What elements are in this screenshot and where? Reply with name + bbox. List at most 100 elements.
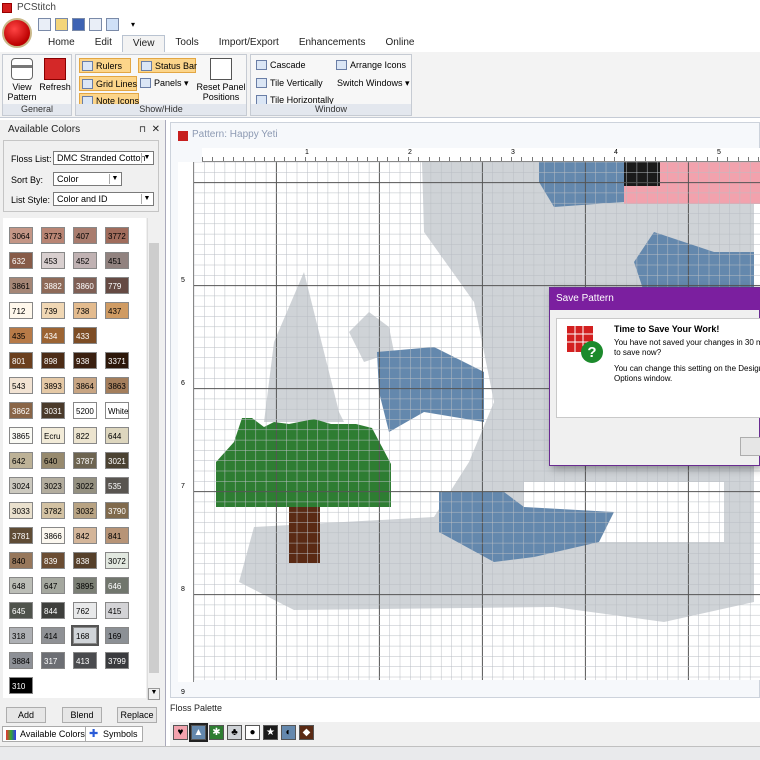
color-swatch[interactable]: 3033 bbox=[9, 502, 33, 519]
color-swatch[interactable]: Ecru bbox=[41, 427, 65, 444]
color-swatch[interactable]: 738 bbox=[73, 302, 97, 319]
color-swatch[interactable]: 842 bbox=[73, 527, 97, 544]
dialog-ok-button[interactable] bbox=[740, 437, 760, 456]
dot-icon[interactable]: ● bbox=[245, 725, 260, 740]
customize-toolbar-icon[interactable]: ▾ bbox=[131, 20, 135, 29]
color-swatch[interactable]: 644 bbox=[105, 427, 129, 444]
star-icon[interactable]: ★ bbox=[263, 725, 278, 740]
color-swatch[interactable]: 938 bbox=[73, 352, 97, 369]
heart-icon[interactable]: ♥ bbox=[173, 725, 188, 740]
color-swatch[interactable]: 3072 bbox=[105, 552, 129, 569]
scrollbar-thumb[interactable] bbox=[149, 243, 159, 673]
print-icon[interactable] bbox=[89, 18, 102, 31]
color-swatch[interactable]: 839 bbox=[41, 552, 65, 569]
close-icon[interactable]: ✕ bbox=[152, 124, 160, 135]
color-swatch[interactable]: 3862 bbox=[9, 402, 33, 419]
color-swatch[interactable]: 3032 bbox=[73, 502, 97, 519]
color-swatch[interactable]: 3022 bbox=[73, 477, 97, 494]
undo-icon[interactable] bbox=[106, 18, 119, 31]
tab-online[interactable]: Online bbox=[376, 35, 425, 52]
application-menu-button[interactable] bbox=[2, 18, 32, 48]
color-swatch[interactable]: 3781 bbox=[9, 527, 33, 544]
sort-by-select[interactable]: Color ▼ bbox=[53, 172, 122, 186]
color-swatch-list[interactable]: 3064 3773 407 3772 632 453 452 451 3861 3882 3860 7… bbox=[3, 218, 146, 698]
color-swatch[interactable]: 3787 bbox=[73, 452, 97, 469]
tab-home[interactable]: Home bbox=[38, 35, 85, 52]
color-swatch[interactable]: 645 bbox=[9, 602, 33, 619]
refresh-button[interactable]: Refresh bbox=[38, 58, 72, 92]
list-style-select[interactable]: Color and ID ▼ bbox=[53, 192, 154, 206]
color-swatch[interactable]: 3882 bbox=[41, 277, 65, 294]
color-swatch[interactable]: 3790 bbox=[105, 502, 129, 519]
floss-list-select[interactable]: DMC Stranded Cotton ▼ bbox=[53, 151, 154, 165]
color-swatch[interactable]: 822 bbox=[73, 427, 97, 444]
tab-edit[interactable]: Edit bbox=[85, 35, 122, 52]
swatch-scrollbar[interactable]: ▼ bbox=[147, 218, 160, 700]
color-swatch[interactable]: 648 bbox=[9, 577, 33, 594]
color-swatch[interactable]: 844 bbox=[41, 602, 65, 619]
color-swatch[interactable]: 3024 bbox=[9, 477, 33, 494]
tab-available-colors[interactable]: Available Colors bbox=[2, 726, 90, 742]
scroll-down-icon[interactable]: ▼ bbox=[148, 688, 160, 700]
color-swatch[interactable]: 3021 bbox=[105, 452, 129, 469]
color-swatch[interactable]: 898 bbox=[41, 352, 65, 369]
color-swatch[interactable]: White bbox=[105, 402, 129, 419]
reset-panel-positions-button[interactable]: Reset Panel Positions bbox=[196, 58, 246, 102]
save-icon[interactable] bbox=[72, 18, 85, 31]
club-icon[interactable]: ♣ bbox=[227, 725, 242, 740]
color-swatch[interactable]: 414 bbox=[41, 627, 65, 644]
color-swatch[interactable]: 632 bbox=[9, 252, 33, 269]
color-swatch[interactable]: 168 bbox=[71, 625, 99, 646]
color-swatch[interactable]: 3864 bbox=[73, 377, 97, 394]
color-swatch[interactable]: 5200 bbox=[73, 402, 97, 419]
grid-lines-toggle[interactable]: Grid Lines bbox=[79, 76, 137, 91]
color-swatch[interactable]: 434 bbox=[41, 327, 65, 344]
color-swatch[interactable]: 646 bbox=[105, 577, 129, 594]
color-swatch[interactable]: 317 bbox=[41, 652, 65, 669]
open-folder-icon[interactable] bbox=[55, 18, 68, 31]
color-swatch[interactable]: 3773 bbox=[41, 227, 65, 244]
half-circle-icon[interactable]: ◐ bbox=[281, 725, 296, 740]
tab-enhancements[interactable]: Enhancements bbox=[289, 35, 376, 52]
color-swatch[interactable]: 642 bbox=[9, 452, 33, 469]
color-swatch[interactable]: 3884 bbox=[9, 652, 33, 669]
switch-windows-dropdown[interactable]: Switch Windows ▾ bbox=[321, 76, 413, 91]
arrange-icons-button[interactable]: Arrange Icons bbox=[334, 58, 409, 73]
color-swatch[interactable]: 3782 bbox=[41, 502, 65, 519]
color-swatch[interactable]: 318 bbox=[9, 627, 33, 644]
color-swatch[interactable]: 3023 bbox=[41, 477, 65, 494]
color-swatch[interactable]: 3863 bbox=[105, 377, 129, 394]
color-swatch[interactable]: 3799 bbox=[105, 652, 129, 669]
color-swatch[interactable]: 3031 bbox=[41, 402, 65, 419]
replace-button[interactable]: Replace bbox=[117, 707, 157, 723]
new-file-icon[interactable] bbox=[38, 18, 51, 31]
color-swatch[interactable]: 415 bbox=[105, 602, 129, 619]
pin-icon[interactable]: ⊓ bbox=[139, 124, 146, 135]
color-swatch[interactable]: 3866 bbox=[41, 527, 65, 544]
color-swatch[interactable]: 453 bbox=[41, 252, 65, 269]
color-swatch[interactable]: 3064 bbox=[9, 227, 33, 244]
color-swatch[interactable]: 712 bbox=[9, 302, 33, 319]
color-swatch[interactable]: 838 bbox=[73, 552, 97, 569]
color-swatch[interactable]: 3772 bbox=[105, 227, 129, 244]
triangle-icon[interactable]: ▲ bbox=[189, 723, 208, 742]
tab-tools[interactable]: Tools bbox=[165, 35, 208, 52]
color-swatch[interactable]: 779 bbox=[105, 277, 129, 294]
color-swatch[interactable]: 437 bbox=[105, 302, 129, 319]
color-swatch[interactable]: 543 bbox=[9, 377, 33, 394]
color-swatch[interactable]: 762 bbox=[73, 602, 97, 619]
color-swatch[interactable]: 407 bbox=[73, 227, 97, 244]
color-swatch[interactable]: 451 bbox=[105, 252, 129, 269]
panels-dropdown[interactable]: Panels ▾ bbox=[138, 76, 192, 91]
color-swatch[interactable]: 640 bbox=[41, 452, 65, 469]
color-swatch[interactable]: 3860 bbox=[73, 277, 97, 294]
tile-vertically-button[interactable]: Tile Vertically bbox=[254, 76, 326, 91]
color-swatch[interactable]: 3371 bbox=[105, 352, 129, 369]
color-swatch[interactable]: 841 bbox=[105, 527, 129, 544]
asterisk-icon[interactable]: ✱ bbox=[209, 725, 224, 740]
color-swatch[interactable]: 535 bbox=[105, 477, 129, 494]
color-swatch[interactable]: 3893 bbox=[41, 377, 65, 394]
color-swatch[interactable]: 840 bbox=[9, 552, 33, 569]
view-pattern-button[interactable]: View Pattern bbox=[6, 58, 38, 102]
add-button[interactable]: Add bbox=[6, 707, 46, 723]
